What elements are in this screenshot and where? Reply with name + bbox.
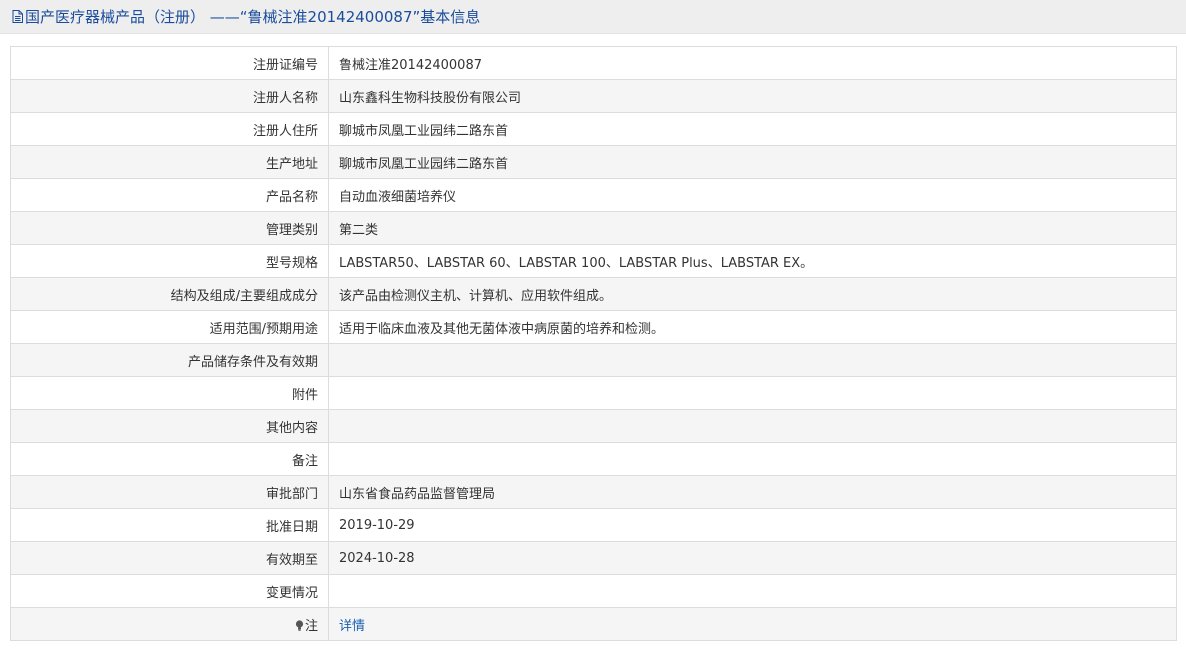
field-value: LABSTAR50、LABSTAR 60、LABSTAR 100、LABSTAR… (328, 244, 1177, 278)
field-value: 自动血液细菌培养仪 (328, 178, 1177, 212)
field-value: 2024-10-28 (328, 541, 1177, 575)
field-label: 结构及组成/主要组成成分 (10, 277, 329, 311)
note-value-cell: 详情 (328, 607, 1177, 641)
table-row: 型号规格 LABSTAR50、LABSTAR 60、LABSTAR 100、LAB… (10, 244, 1177, 278)
table-row: 管理类别 第二类 (10, 211, 1177, 245)
field-value: 2019-10-29 (328, 508, 1177, 542)
field-label: 型号规格 (10, 244, 329, 278)
table-row: 注册人名称 山东鑫科生物科技股份有限公司 (10, 79, 1177, 113)
info-table-container: 注册证编号 鲁械注准20142400087 注册人名称 山东鑫科生物科技股份有限公司注… (10, 46, 1177, 641)
page-header: 国产医疗器械产品（注册） ——“鲁械注准20142400087”基本信息 (0, 0, 1186, 34)
table-row: 适用范围/预期用途 适用于临床血液及其他无菌体液中病原菌的培养和检测。 (10, 310, 1177, 344)
field-label: 有效期至 (10, 541, 329, 575)
field-label: 产品储存条件及有效期 (10, 343, 329, 377)
table-row: 产品名称 自动血液细菌培养仪 (10, 178, 1177, 212)
info-table-body: 注册证编号 鲁械注准20142400087 注册人名称 山东鑫科生物科技股份有限公司注… (10, 46, 1177, 641)
field-label: 生产地址 (10, 145, 329, 179)
field-label: 批准日期 (10, 508, 329, 542)
field-value (328, 409, 1177, 443)
field-value: 山东省食品药品监督管理局 (328, 475, 1177, 509)
field-label: 适用范围/预期用途 (10, 310, 329, 344)
field-label: 备注 (10, 442, 329, 476)
info-table: 注册证编号 鲁械注准20142400087 注册人名称 山东鑫科生物科技股份有限公司注… (10, 46, 1177, 641)
field-value: 鲁械注准20142400087 (328, 46, 1177, 80)
note-row: 注 详情 (10, 607, 1177, 641)
lightbulb-icon (295, 619, 304, 631)
table-row: 生产地址 聊城市凤凰工业园纬二路东首 (10, 145, 1177, 179)
field-value: 该产品由检测仪主机、计算机、应用软件组成。 (328, 277, 1177, 311)
field-label: 注册人名称 (10, 79, 329, 113)
field-label: 注册人住所 (10, 112, 329, 146)
field-value (328, 376, 1177, 410)
table-row: 其他内容 (10, 409, 1177, 443)
field-label: 注册证编号 (10, 46, 329, 80)
note-label-cell: 注 (10, 607, 329, 641)
document-icon (12, 10, 23, 23)
field-label: 其他内容 (10, 409, 329, 443)
table-row: 注册证编号 鲁械注准20142400087 (10, 46, 1177, 80)
field-value: 山东鑫科生物科技股份有限公司 (328, 79, 1177, 113)
field-label: 附件 (10, 376, 329, 410)
field-value (328, 574, 1177, 608)
table-row: 注册人住所 聊城市凤凰工业园纬二路东首 (10, 112, 1177, 146)
detail-link[interactable]: 详情 (339, 619, 365, 634)
note-label: 注 (304, 618, 318, 634)
table-row: 审批部门 山东省食品药品监督管理局 (10, 475, 1177, 509)
field-value: 聊城市凤凰工业园纬二路东首 (328, 112, 1177, 146)
field-value: 适用于临床血液及其他无菌体液中病原菌的培养和检测。 (328, 310, 1177, 344)
field-label: 产品名称 (10, 178, 329, 212)
table-row: 备注 (10, 442, 1177, 476)
table-row: 产品储存条件及有效期 (10, 343, 1177, 377)
table-row: 变更情况 (10, 574, 1177, 608)
field-label: 审批部门 (10, 475, 329, 509)
table-row: 结构及组成/主要组成成分 该产品由检测仪主机、计算机、应用软件组成。 (10, 277, 1177, 311)
field-value: 第二类 (328, 211, 1177, 245)
field-label: 变更情况 (10, 574, 329, 608)
page-title: 国产医疗器械产品（注册） ——“鲁械注准20142400087”基本信息 (25, 8, 481, 26)
field-value: 聊城市凤凰工业园纬二路东首 (328, 145, 1177, 179)
table-row: 有效期至 2024-10-28 (10, 541, 1177, 575)
field-label: 管理类别 (10, 211, 329, 245)
table-row: 批准日期 2019-10-29 (10, 508, 1177, 542)
field-value (328, 442, 1177, 476)
field-value (328, 343, 1177, 377)
table-row: 附件 (10, 376, 1177, 410)
